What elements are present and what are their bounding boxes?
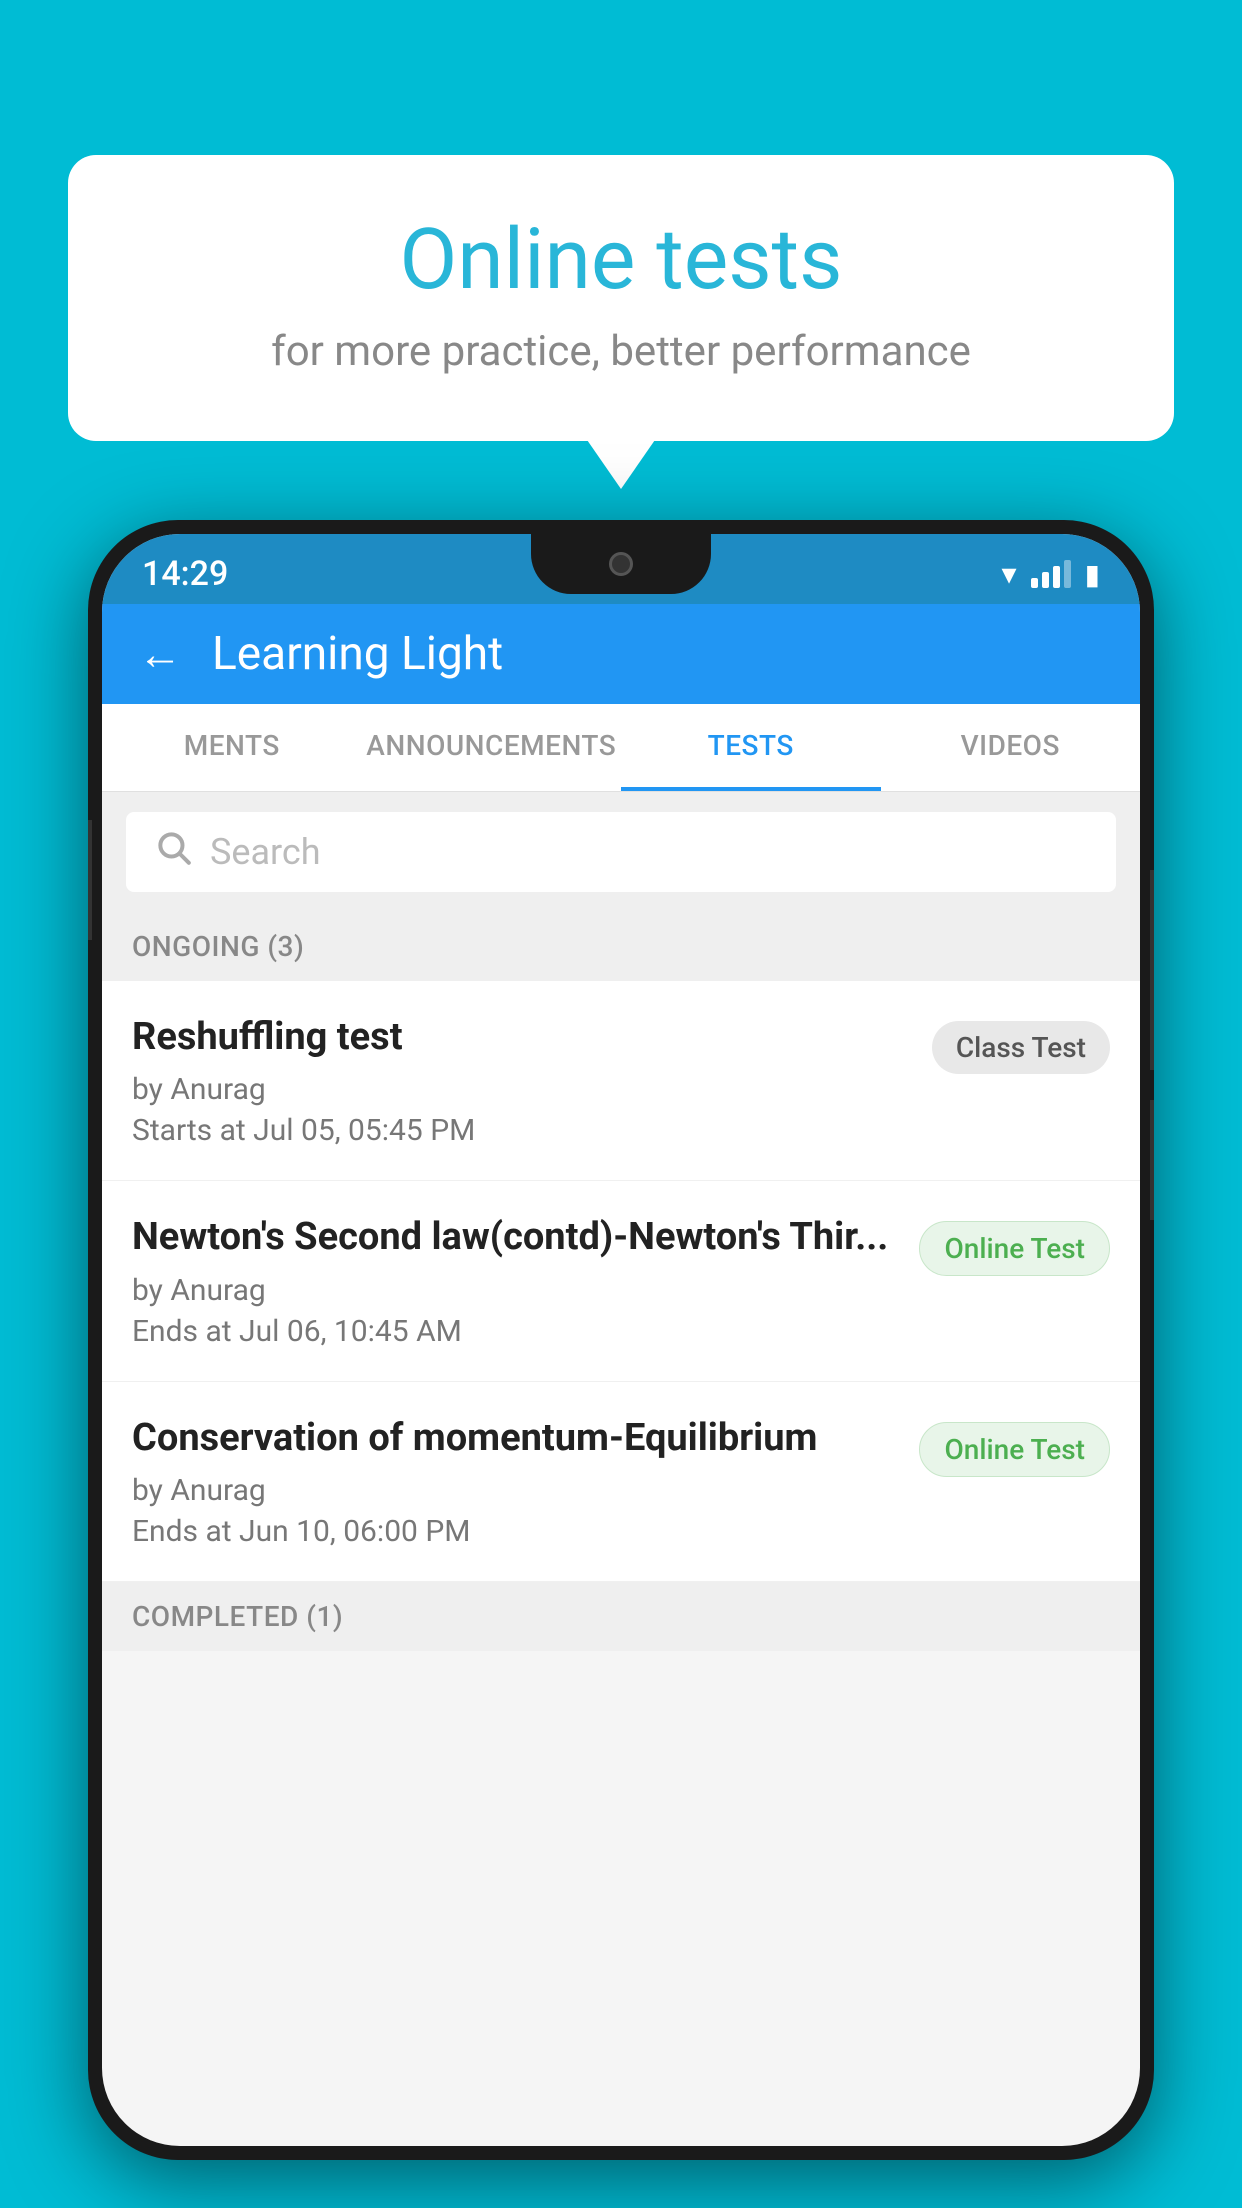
app-header: ← Learning Light (102, 604, 1140, 704)
speech-bubble-title: Online tests (128, 210, 1114, 309)
test-badge-2: Online Test (919, 1221, 1110, 1276)
phone-wrapper: 14:29 ▾ ▮ ← Learning Light (88, 520, 1154, 2208)
test-author-1: by Anurag (132, 1072, 912, 1107)
test-name-2: Newton's Second law(contd)-Newton's Thir… (132, 1213, 899, 1262)
signal-bar-1 (1031, 578, 1038, 588)
test-item-3[interactable]: Conservation of momentum-Equilibrium by … (102, 1382, 1140, 1582)
test-info-3: Conservation of momentum-Equilibrium by … (132, 1414, 899, 1549)
search-input[interactable]: Search (210, 831, 321, 873)
search-icon (154, 828, 192, 876)
tab-videos[interactable]: VIDEOS (881, 704, 1141, 791)
battery-icon: ▮ (1085, 558, 1100, 591)
test-time-3: Ends at Jun 10, 06:00 PM (132, 1514, 899, 1549)
status-time: 14:29 (142, 554, 228, 594)
test-badge-1: Class Test (932, 1021, 1110, 1074)
completed-section-header: COMPLETED (1) (102, 1582, 1140, 1651)
signal-bar-2 (1042, 572, 1049, 588)
signal-bar-3 (1053, 566, 1060, 588)
test-badge-3: Online Test (919, 1422, 1110, 1477)
back-button[interactable]: ← (138, 628, 182, 680)
test-author-2: by Anurag (132, 1273, 899, 1308)
notch (531, 534, 711, 594)
test-list: Reshuffling test by Anurag Starts at Jul… (102, 981, 1140, 1582)
camera (609, 552, 633, 576)
phone-frame: 14:29 ▾ ▮ ← Learning Light (88, 520, 1154, 2160)
tabs-bar: MENTS ANNOUNCEMENTS TESTS VIDEOS (102, 704, 1140, 792)
signal-bars (1031, 560, 1071, 588)
volume-down-button (1150, 1100, 1154, 1220)
test-item-1[interactable]: Reshuffling test by Anurag Starts at Jul… (102, 981, 1140, 1181)
volume-button (88, 820, 92, 940)
test-info-1: Reshuffling test by Anurag Starts at Jul… (132, 1013, 912, 1148)
search-bar[interactable]: Search (126, 812, 1116, 892)
test-time-1: Starts at Jul 05, 05:45 PM (132, 1113, 912, 1148)
test-author-3: by Anurag (132, 1473, 899, 1508)
power-button (1150, 870, 1154, 1070)
test-time-2: Ends at Jul 06, 10:45 AM (132, 1314, 899, 1349)
wifi-icon: ▾ (1002, 557, 1017, 592)
test-item-2[interactable]: Newton's Second law(contd)-Newton's Thir… (102, 1181, 1140, 1381)
speech-bubble: Online tests for more practice, better p… (68, 155, 1174, 441)
phone-screen: 14:29 ▾ ▮ ← Learning Light (102, 534, 1140, 2146)
test-name-3: Conservation of momentum-Equilibrium (132, 1414, 899, 1463)
status-icons: ▾ ▮ (1002, 557, 1100, 592)
test-name-1: Reshuffling test (132, 1013, 912, 1062)
test-info-2: Newton's Second law(contd)-Newton's Thir… (132, 1213, 899, 1348)
tab-announcements[interactable]: ANNOUNCEMENTS (362, 704, 622, 791)
tab-tests[interactable]: TESTS (621, 704, 881, 791)
search-container: Search (102, 792, 1140, 912)
tab-ments[interactable]: MENTS (102, 704, 362, 791)
speech-bubble-subtitle: for more practice, better performance (128, 327, 1114, 376)
app-title: Learning Light (212, 627, 503, 681)
signal-bar-4 (1064, 560, 1071, 588)
ongoing-section-header: ONGOING (3) (102, 912, 1140, 981)
